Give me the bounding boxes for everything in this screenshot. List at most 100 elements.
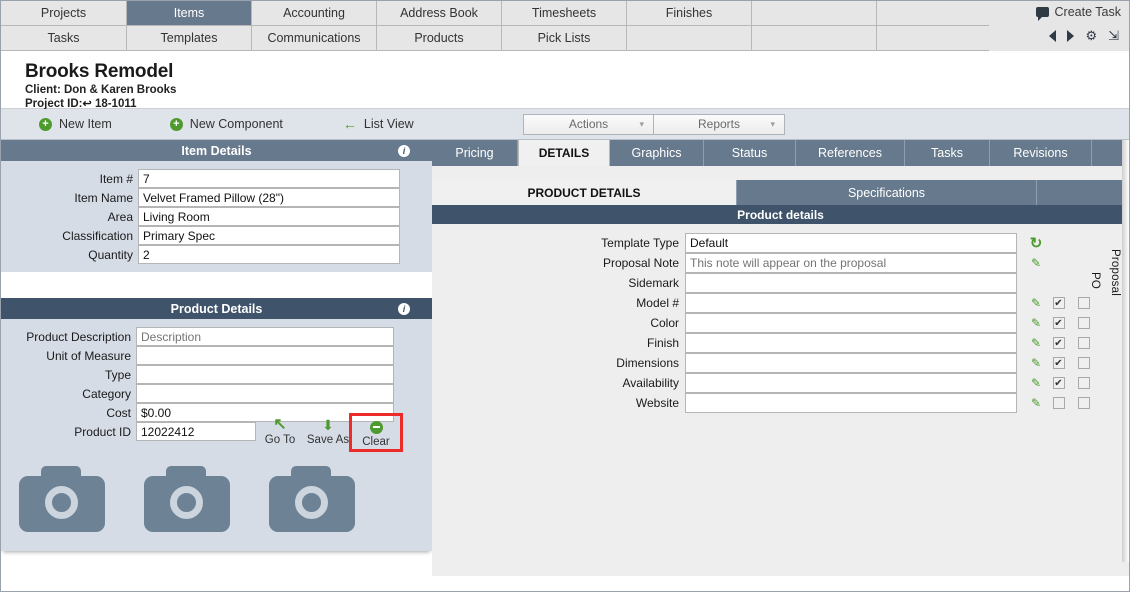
row-icons-dimensions: ✎ ✔ xyxy=(1026,356,1096,370)
input-color[interactable] xyxy=(685,313,1017,333)
checkbox-proposal-dimensions[interactable] xyxy=(1077,357,1090,369)
tab-graphics[interactable]: Graphics xyxy=(610,140,704,166)
nav-tab-address-book[interactable]: Address Book xyxy=(377,1,502,26)
row-icons-finish: ✎ ✔ xyxy=(1026,336,1096,350)
nav-tab-tasks[interactable]: Tasks xyxy=(1,26,127,51)
tab-details-label: DETAILS xyxy=(538,146,590,160)
pencil-icon[interactable]: ✎ xyxy=(1026,316,1046,330)
nav-tab-accounting[interactable]: Accounting xyxy=(252,1,377,26)
prev-icon[interactable] xyxy=(1049,29,1057,42)
checkbox-proposal-finish[interactable] xyxy=(1077,337,1090,349)
nav-tab-communications[interactable]: Communications xyxy=(252,26,377,51)
actions-dropdown[interactable]: Actions ▾ xyxy=(523,113,654,135)
new-item-button[interactable]: + New Item xyxy=(39,117,112,131)
input-product-id[interactable] xyxy=(136,422,256,441)
input-item-number[interactable] xyxy=(138,169,400,188)
pencil-icon[interactable]: ✎ xyxy=(1026,396,1046,410)
checkbox-po-color[interactable]: ✔ xyxy=(1052,317,1065,329)
nav-tab-projects[interactable]: Projects xyxy=(1,1,127,26)
reports-dropdown[interactable]: Reports ▾ xyxy=(654,113,785,135)
arrow-up-left-icon: ↖ xyxy=(273,416,287,433)
input-website[interactable] xyxy=(685,393,1017,413)
nav-tab-items[interactable]: Items xyxy=(127,1,252,26)
pencil-icon[interactable]: ✎ xyxy=(1026,296,1046,310)
camera-icon[interactable] xyxy=(19,466,105,532)
camera-icon[interactable] xyxy=(269,466,355,532)
tab-pricing[interactable]: Pricing xyxy=(432,140,518,166)
pencil-icon[interactable]: ✎ xyxy=(1026,376,1046,390)
field-row-category: Category xyxy=(1,384,432,403)
pencil-icon[interactable]: ✎ xyxy=(1026,356,1046,370)
label-template-type: Template Type xyxy=(601,236,679,250)
subtab-specifications[interactable]: Specifications xyxy=(737,180,1037,205)
input-proposal-note[interactable] xyxy=(685,253,1017,273)
nav-tab-timesheets[interactable]: Timesheets xyxy=(502,1,627,26)
tab-tasks[interactable]: Tasks xyxy=(905,140,990,166)
next-icon[interactable] xyxy=(1067,29,1075,42)
application-window: Projects Items Accounting Address Book T… xyxy=(0,0,1130,592)
checkbox-po-website[interactable] xyxy=(1052,397,1065,409)
input-unit-of-measure[interactable] xyxy=(136,346,394,365)
input-area[interactable] xyxy=(138,207,400,226)
input-model-number[interactable] xyxy=(685,293,1017,313)
pencil-icon[interactable]: ✎ xyxy=(1026,336,1046,350)
save-as-button[interactable]: ⬇ Save As xyxy=(304,416,352,446)
field-row-item-name: Item Name xyxy=(1,188,432,207)
refresh-icon[interactable]: ↻ xyxy=(1026,236,1046,251)
input-classification[interactable] xyxy=(138,226,400,245)
input-availability[interactable] xyxy=(685,373,1017,393)
go-to-label: Go To xyxy=(264,434,296,446)
checkbox-po-model-number[interactable]: ✔ xyxy=(1052,297,1065,309)
info-icon[interactable]: i xyxy=(398,302,410,315)
input-type[interactable] xyxy=(136,365,394,384)
go-to-button[interactable]: ↖ Go To xyxy=(256,416,304,447)
camera-icon[interactable] xyxy=(144,466,230,532)
nav-tab-pick-lists[interactable]: Pick Lists xyxy=(502,26,627,51)
input-product-description[interactable] xyxy=(136,327,394,346)
new-component-button[interactable]: + New Component xyxy=(169,117,283,131)
checkbox-proposal-availability[interactable] xyxy=(1077,377,1090,389)
label-unit-of-measure: Unit of Measure xyxy=(46,348,131,363)
clear-button[interactable]: Clear xyxy=(349,413,403,452)
field-row-area: Area xyxy=(1,207,432,226)
field-row-website: Website ✎ xyxy=(432,393,1129,413)
info-icon[interactable]: i xyxy=(398,144,410,157)
checkbox-po-finish[interactable]: ✔ xyxy=(1052,337,1065,349)
row-icons-proposal-note: ✎ xyxy=(1026,256,1046,270)
create-task-button[interactable]: Create Task xyxy=(1035,1,1121,23)
checkbox-proposal-model-number[interactable] xyxy=(1077,297,1090,309)
nav-tab-products[interactable]: Products xyxy=(377,26,502,51)
checkbox-po-dimensions[interactable]: ✔ xyxy=(1052,357,1065,369)
tab-references[interactable]: References xyxy=(796,140,905,166)
nav-tab-templates[interactable]: Templates xyxy=(127,26,252,51)
label-color: Color xyxy=(650,316,679,330)
expand-icon[interactable]: ⇲ xyxy=(1108,29,1119,42)
tab-revisions[interactable]: Revisions xyxy=(990,140,1092,166)
input-template-type[interactable] xyxy=(685,233,1017,253)
list-view-button[interactable]: ← List View xyxy=(343,116,414,132)
checkbox-proposal-color[interactable] xyxy=(1077,317,1090,329)
field-row-quantity: Quantity xyxy=(1,245,432,264)
tab-status[interactable]: Status xyxy=(704,140,796,166)
field-row-sidemark: Sidemark xyxy=(432,273,1129,293)
checkbox-po-availability[interactable]: ✔ xyxy=(1052,377,1065,389)
tab-details[interactable]: DETAILS xyxy=(518,140,610,166)
subtab-filler xyxy=(1037,180,1129,205)
input-quantity[interactable] xyxy=(138,245,400,264)
input-finish[interactable] xyxy=(685,333,1017,353)
pencil-icon[interactable]: ✎ xyxy=(1026,256,1046,270)
nav-tab-finishes[interactable]: Finishes xyxy=(627,1,752,26)
input-sidemark[interactable] xyxy=(685,273,1017,293)
item-details-body: Item # Item Name Area Classification Qua… xyxy=(1,161,432,272)
reports-dropdown-label: Reports xyxy=(697,117,741,131)
input-category[interactable] xyxy=(136,384,394,403)
nav-tab-templates-label: Templates xyxy=(160,31,218,45)
gear-icon[interactable]: ⚙ xyxy=(1085,29,1097,42)
column-header-proposal: Proposal xyxy=(1109,249,1121,296)
arrow-left-icon: ← xyxy=(342,116,357,132)
field-row-template-type: Template Type ↻ xyxy=(432,233,1129,253)
subtab-product-details[interactable]: PRODUCT DETAILS xyxy=(432,180,737,205)
input-dimensions[interactable] xyxy=(685,353,1017,373)
checkbox-proposal-website[interactable] xyxy=(1077,397,1090,409)
input-item-name[interactable] xyxy=(138,188,400,207)
